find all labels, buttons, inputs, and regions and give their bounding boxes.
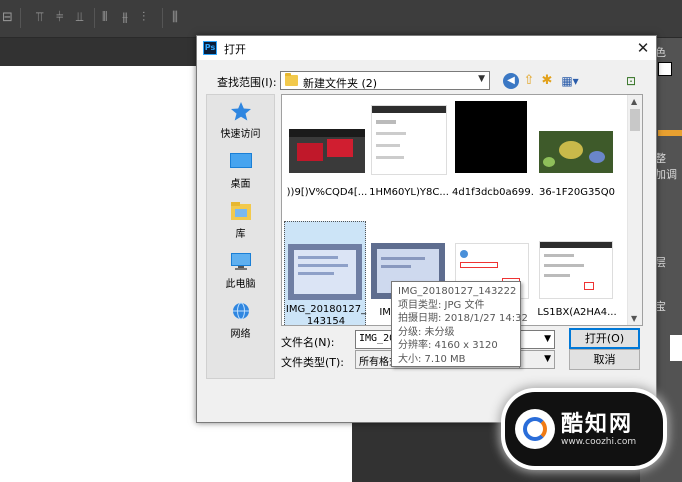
vertical-scrollbar[interactable]: ▲ ▼ <box>627 95 642 325</box>
look-in-dropdown[interactable]: 新建文件夹 (2) ▼ <box>280 71 490 90</box>
panel-label[interactable]: 加调 <box>655 166 677 182</box>
align-icon[interactable]: ⊟ <box>2 10 13 25</box>
network-icon <box>233 302 249 320</box>
look-in-label: 查找范围(I): <box>217 76 277 89</box>
place-desktop[interactable]: 桌面 <box>207 149 274 195</box>
chevron-down-icon: ▼ <box>544 334 551 344</box>
place-this-pc[interactable]: 此电脑 <box>207 249 274 295</box>
desktop-folder-icon[interactable]: ⊡ <box>623 73 639 89</box>
star-icon <box>231 102 251 121</box>
file-thumbnail <box>539 131 613 173</box>
file-thumbnail <box>289 129 365 173</box>
place-library[interactable]: 库 <box>207 199 274 245</box>
foreground-swatch[interactable] <box>658 62 672 76</box>
back-arrow-icon[interactable]: ◀ <box>503 73 519 89</box>
file-label: LS1BX(A2HA4... <box>537 307 617 318</box>
align-center-icon[interactable]: ⫵ <box>122 10 128 25</box>
color-slider-bar[interactable] <box>658 130 682 136</box>
file-item[interactable]: LS1BX(A2HA4... <box>536 221 618 325</box>
place-label: 网络 <box>230 329 251 340</box>
filename-dropdown[interactable]: ▼ <box>519 330 555 349</box>
tooltip-size: 大小: 7.10 MB <box>398 353 466 365</box>
filetype-label: 文件类型(T): <box>281 356 345 369</box>
file-label: IMG_20180127_143154 <box>285 304 367 326</box>
chevron-down-icon: ▼ <box>544 354 551 364</box>
watermark-title: 酷知网 <box>561 412 634 437</box>
place-label: 库 <box>235 229 246 240</box>
file-item[interactable]: 1HM60YL)Y8C... <box>368 101 450 211</box>
watermark-logo-icon <box>515 409 555 449</box>
filetype-dropdown[interactable]: ▼ <box>519 350 555 369</box>
view-menu-icon[interactable]: ▦▾ <box>559 73 581 89</box>
places-bar: 快速访问 桌面 库 此电脑 网络 <box>206 94 275 379</box>
file-label: ))9[)V%CQD4[... <box>286 187 368 198</box>
file-thumbnail <box>371 105 447 175</box>
tooltip-resolution: 分辨率: 4160 x 3120 <box>398 340 498 351</box>
place-network[interactable]: 网络 <box>207 299 274 345</box>
layer-thumbnail <box>670 335 682 361</box>
watermark-url: www.coozhi.com <box>561 437 637 447</box>
place-label: 此电脑 <box>225 279 256 290</box>
place-label: 快速访问 <box>220 129 261 140</box>
file-item[interactable]: 4d1f3dcb0a699... <box>452 101 534 211</box>
filename-label: 文件名(N): <box>281 336 335 349</box>
file-item[interactable]: ))9[)V%CQD4[... <box>286 101 368 211</box>
file-label: 1HM60YL)Y8C... <box>369 187 449 198</box>
chevron-down-icon: ▼ <box>478 74 485 84</box>
look-in-value: 新建文件夹 (2) <box>303 77 378 90</box>
new-folder-icon[interactable]: ✱ <box>539 73 555 89</box>
file-info-tooltip: IMG_20180127_143222 项目类型: JPG 文件 拍摄日期: 2… <box>391 281 528 367</box>
folder-icon <box>285 73 298 86</box>
align-middle-icon[interactable]: ⫩ <box>56 10 63 25</box>
scrollbar-thumb[interactable] <box>630 109 640 131</box>
scroll-down-icon[interactable]: ▼ <box>631 314 637 323</box>
file-item[interactable]: 36-1F20G35Q0 <box>536 101 618 211</box>
toolbar-separator <box>94 8 95 28</box>
library-icon <box>231 202 251 220</box>
file-thumbnail <box>455 101 527 173</box>
computer-icon <box>231 253 251 270</box>
close-icon[interactable]: ✕ <box>633 38 653 58</box>
file-label: 4d1f3dcb0a699... <box>452 187 534 198</box>
align-bottom-icon[interactable]: ⫫ <box>76 10 83 25</box>
photoshop-logo-icon: Ps <box>203 41 217 55</box>
site-watermark: 酷知网 www.coozhi.com <box>505 392 663 466</box>
up-folder-icon[interactable]: ⇧ <box>521 73 537 89</box>
desktop-icon <box>230 153 252 168</box>
scroll-up-icon[interactable]: ▲ <box>631 97 637 106</box>
dialog-title: 打开 <box>224 43 246 56</box>
file-label: 36-1F20G35Q0 <box>539 187 615 198</box>
tooltip-type: 项目类型: JPG 文件 <box>398 299 485 311</box>
tooltip-date: 拍摄日期: 2018/1/27 14:32 <box>398 313 528 324</box>
file-thumbnail <box>288 244 362 300</box>
open-button[interactable]: 打开(O) <box>569 328 640 349</box>
place-quick-access[interactable]: 快速访问 <box>207 99 274 145</box>
align-right-icon[interactable]: ⫶ <box>142 10 145 25</box>
distribute-icon[interactable]: ⫼ <box>172 10 178 25</box>
align-left-icon[interactable]: ⫴ <box>102 10 107 25</box>
toolbar-separator <box>162 8 163 28</box>
tooltip-rating: 分级: 未分级 <box>398 326 455 338</box>
dialog-titlebar[interactable]: Ps 打开 ✕ <box>197 36 656 60</box>
cancel-button[interactable]: 取消 <box>569 349 640 370</box>
toolbar-separator <box>20 8 21 28</box>
align-top-icon[interactable]: ⫪ <box>36 10 43 25</box>
tooltip-filename: IMG_20180127_143222 <box>398 286 517 297</box>
photoshop-options-bar: ⊟ ⫪ ⫩ ⫫ ⫴ ⫵ ⫶ ⫼ <box>0 0 682 38</box>
file-thumbnail <box>539 241 613 299</box>
place-label: 桌面 <box>230 179 251 190</box>
file-item-selected[interactable]: IMG_20180127_143154 <box>284 221 367 326</box>
